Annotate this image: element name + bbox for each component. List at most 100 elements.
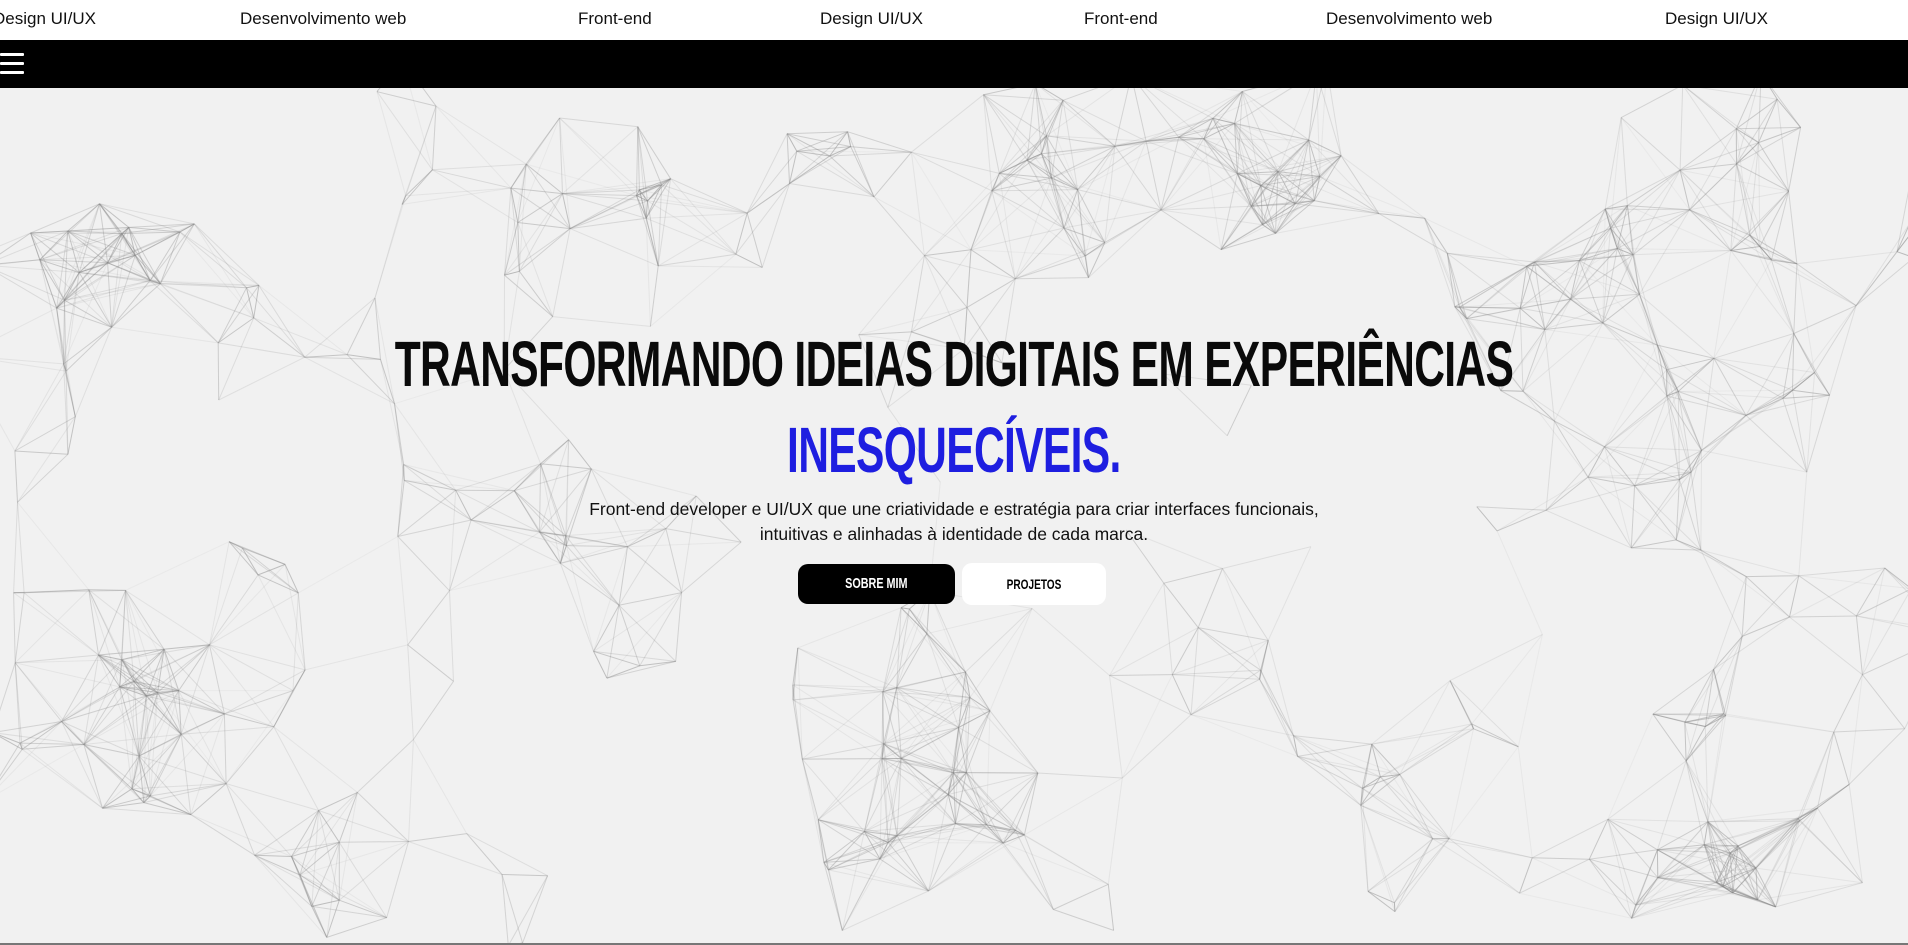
about-me-button[interactable]: Sobre mim xyxy=(798,564,955,604)
top-marquee: Design UI/UX Desenvolvimento web Front-e… xyxy=(0,0,1908,40)
network-line xyxy=(339,841,409,843)
network-line xyxy=(1015,242,1105,280)
network-line xyxy=(735,253,763,268)
network-line xyxy=(1862,653,1908,676)
network-line xyxy=(449,562,561,592)
network-line xyxy=(1107,777,1123,885)
network-line xyxy=(1531,818,1609,859)
network-line xyxy=(326,900,340,938)
network-line xyxy=(560,546,628,564)
network-line xyxy=(1699,88,1778,100)
network-line xyxy=(1620,117,1691,211)
network-line xyxy=(407,590,450,646)
network-line xyxy=(1163,568,1223,584)
network-line xyxy=(1260,640,1269,671)
network-line xyxy=(1776,98,1801,128)
network-line xyxy=(1459,306,1521,309)
network-line xyxy=(1700,549,1790,618)
network-line xyxy=(965,710,991,773)
network-line xyxy=(14,592,25,663)
network-line xyxy=(911,151,1000,174)
network-line xyxy=(1473,728,1519,748)
network-line xyxy=(793,687,897,701)
network-line xyxy=(209,541,230,645)
network-line xyxy=(1848,728,1906,785)
network-line xyxy=(1015,830,1054,910)
network-line xyxy=(449,590,454,682)
network-line xyxy=(1833,731,1850,785)
projects-button[interactable]: Projetos xyxy=(962,563,1106,605)
network-line xyxy=(1035,88,1052,179)
network-line xyxy=(1053,883,1109,910)
network-line xyxy=(637,126,672,179)
network-line xyxy=(1380,776,1450,839)
network-line xyxy=(1394,838,1450,912)
network-line xyxy=(125,589,210,646)
network-line xyxy=(23,592,99,656)
network-line xyxy=(193,223,260,286)
network-line xyxy=(1607,819,1637,906)
network-line xyxy=(1526,266,1546,330)
network-line xyxy=(1198,627,1269,641)
network-line xyxy=(1631,547,1701,551)
network-line xyxy=(13,592,16,663)
network-line xyxy=(1088,209,1162,278)
network-line xyxy=(1062,88,1099,101)
network-line xyxy=(928,824,987,892)
network-line xyxy=(1340,155,1380,214)
network-line xyxy=(1796,251,1898,265)
network-line xyxy=(466,833,548,877)
network-line xyxy=(801,691,884,760)
network-line xyxy=(1679,88,1684,171)
network-line xyxy=(1588,858,1632,919)
network-line xyxy=(1679,169,1761,247)
network-line xyxy=(1759,246,1857,307)
network-line xyxy=(924,249,972,257)
network-line xyxy=(1459,298,1571,308)
network-line xyxy=(209,574,259,646)
network-line xyxy=(618,546,628,606)
network-line xyxy=(517,222,554,317)
network-line xyxy=(817,758,902,821)
network-line xyxy=(983,88,1018,96)
network-line xyxy=(1267,546,1312,641)
network-line xyxy=(1856,615,1908,628)
network-line xyxy=(209,564,286,646)
network-line xyxy=(1133,88,1147,142)
network-line xyxy=(1855,261,1908,306)
network-line xyxy=(1758,142,1761,247)
network-line xyxy=(873,196,925,256)
network-line xyxy=(21,748,103,809)
network-line xyxy=(193,223,255,319)
network-line xyxy=(407,644,454,682)
network-line xyxy=(432,169,512,189)
network-line xyxy=(1862,674,1906,730)
network-line xyxy=(1746,575,1799,578)
marquee-item: Front-end xyxy=(578,9,652,28)
network-line xyxy=(408,739,414,842)
network-line xyxy=(408,833,467,842)
network-line xyxy=(1776,99,1790,192)
hamburger-menu-icon[interactable] xyxy=(0,50,26,78)
network-line xyxy=(966,249,972,308)
network-line xyxy=(1394,838,1450,904)
network-line xyxy=(1015,277,1089,280)
network-line xyxy=(842,890,929,931)
network-line xyxy=(882,691,885,744)
network-line xyxy=(1685,88,1737,130)
network-line xyxy=(179,231,247,289)
network-line xyxy=(223,713,227,784)
network-line xyxy=(257,574,306,671)
network-line xyxy=(559,117,571,229)
network-line xyxy=(159,231,181,284)
network-line xyxy=(618,605,641,666)
network-line xyxy=(1736,163,1789,192)
network-line xyxy=(1023,772,1039,836)
network-line xyxy=(224,713,274,728)
network-line xyxy=(13,592,99,656)
network-line xyxy=(1589,849,1658,860)
marquee-item: Design UI/UX xyxy=(0,9,96,28)
network-line xyxy=(1153,88,1214,119)
network-line xyxy=(1051,177,1162,211)
network-line xyxy=(1833,728,1905,733)
